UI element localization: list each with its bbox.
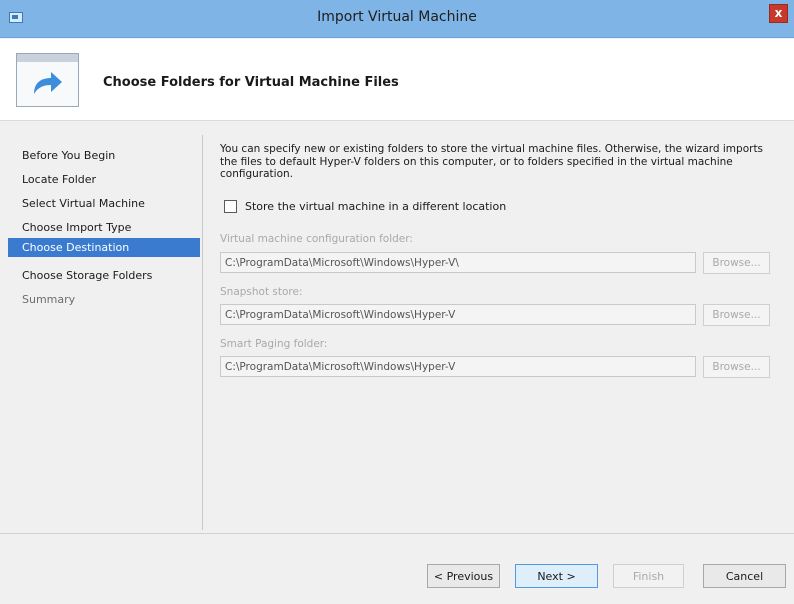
title-bar[interactable]: Import Virtual Machine x xyxy=(0,0,794,38)
finish-button[interactable]: Finish xyxy=(613,564,684,588)
snapshot-store-browse-button[interactable]: Browse... xyxy=(703,304,770,326)
snapshot-store-input[interactable] xyxy=(220,304,696,325)
page-title: Choose Folders for Virtual Machine Files xyxy=(103,75,399,90)
import-vm-wizard-window: Import Virtual Machine x Choose Folders … xyxy=(0,0,794,604)
wizard-content: You can specify new or existing folders … xyxy=(206,122,794,532)
config-folder-label: Virtual machine configuration folder: xyxy=(220,233,413,245)
smart-paging-input[interactable] xyxy=(220,356,696,377)
sidebar-item-choose-storage-folders[interactable]: Choose Storage Folders xyxy=(8,266,200,285)
different-location-checkbox[interactable] xyxy=(224,200,237,213)
snapshot-store-label: Snapshot store: xyxy=(220,286,303,298)
sidebar-item-choose-import-type[interactable]: Choose Import Type xyxy=(8,218,200,237)
cancel-button[interactable]: Cancel xyxy=(703,564,786,588)
config-folder-browse-button[interactable]: Browse... xyxy=(703,252,770,274)
import-arrow-icon xyxy=(16,53,79,107)
next-button[interactable]: Next > xyxy=(515,564,598,588)
previous-button[interactable]: < Previous xyxy=(427,564,500,588)
sidebar-item-select-virtual-machine[interactable]: Select Virtual Machine xyxy=(8,194,200,213)
window-title: Import Virtual Machine xyxy=(317,9,477,25)
close-button[interactable]: x xyxy=(769,4,788,23)
sidebar-item-before-you-begin[interactable]: Before You Begin xyxy=(8,146,200,165)
sidebar-item-locate-folder[interactable]: Locate Folder xyxy=(8,170,200,189)
smart-paging-label: Smart Paging folder: xyxy=(220,338,328,350)
wizard-header: Choose Folders for Virtual Machine Files xyxy=(0,39,794,121)
different-location-label[interactable]: Store the virtual machine in a different… xyxy=(245,200,506,213)
sidebar-item-summary[interactable]: Summary xyxy=(8,290,200,309)
config-folder-input[interactable] xyxy=(220,252,696,273)
wizard-steps-sidebar: Before You Begin Locate Folder Select Vi… xyxy=(0,122,200,532)
smart-paging-browse-button[interactable]: Browse... xyxy=(703,356,770,378)
sidebar-divider xyxy=(202,135,203,530)
wizard-footer: < Previous Next > Finish Cancel xyxy=(0,534,794,604)
sidebar-item-choose-destination[interactable]: Choose Destination xyxy=(8,238,200,257)
description-text: You can specify new or existing folders … xyxy=(220,143,764,180)
